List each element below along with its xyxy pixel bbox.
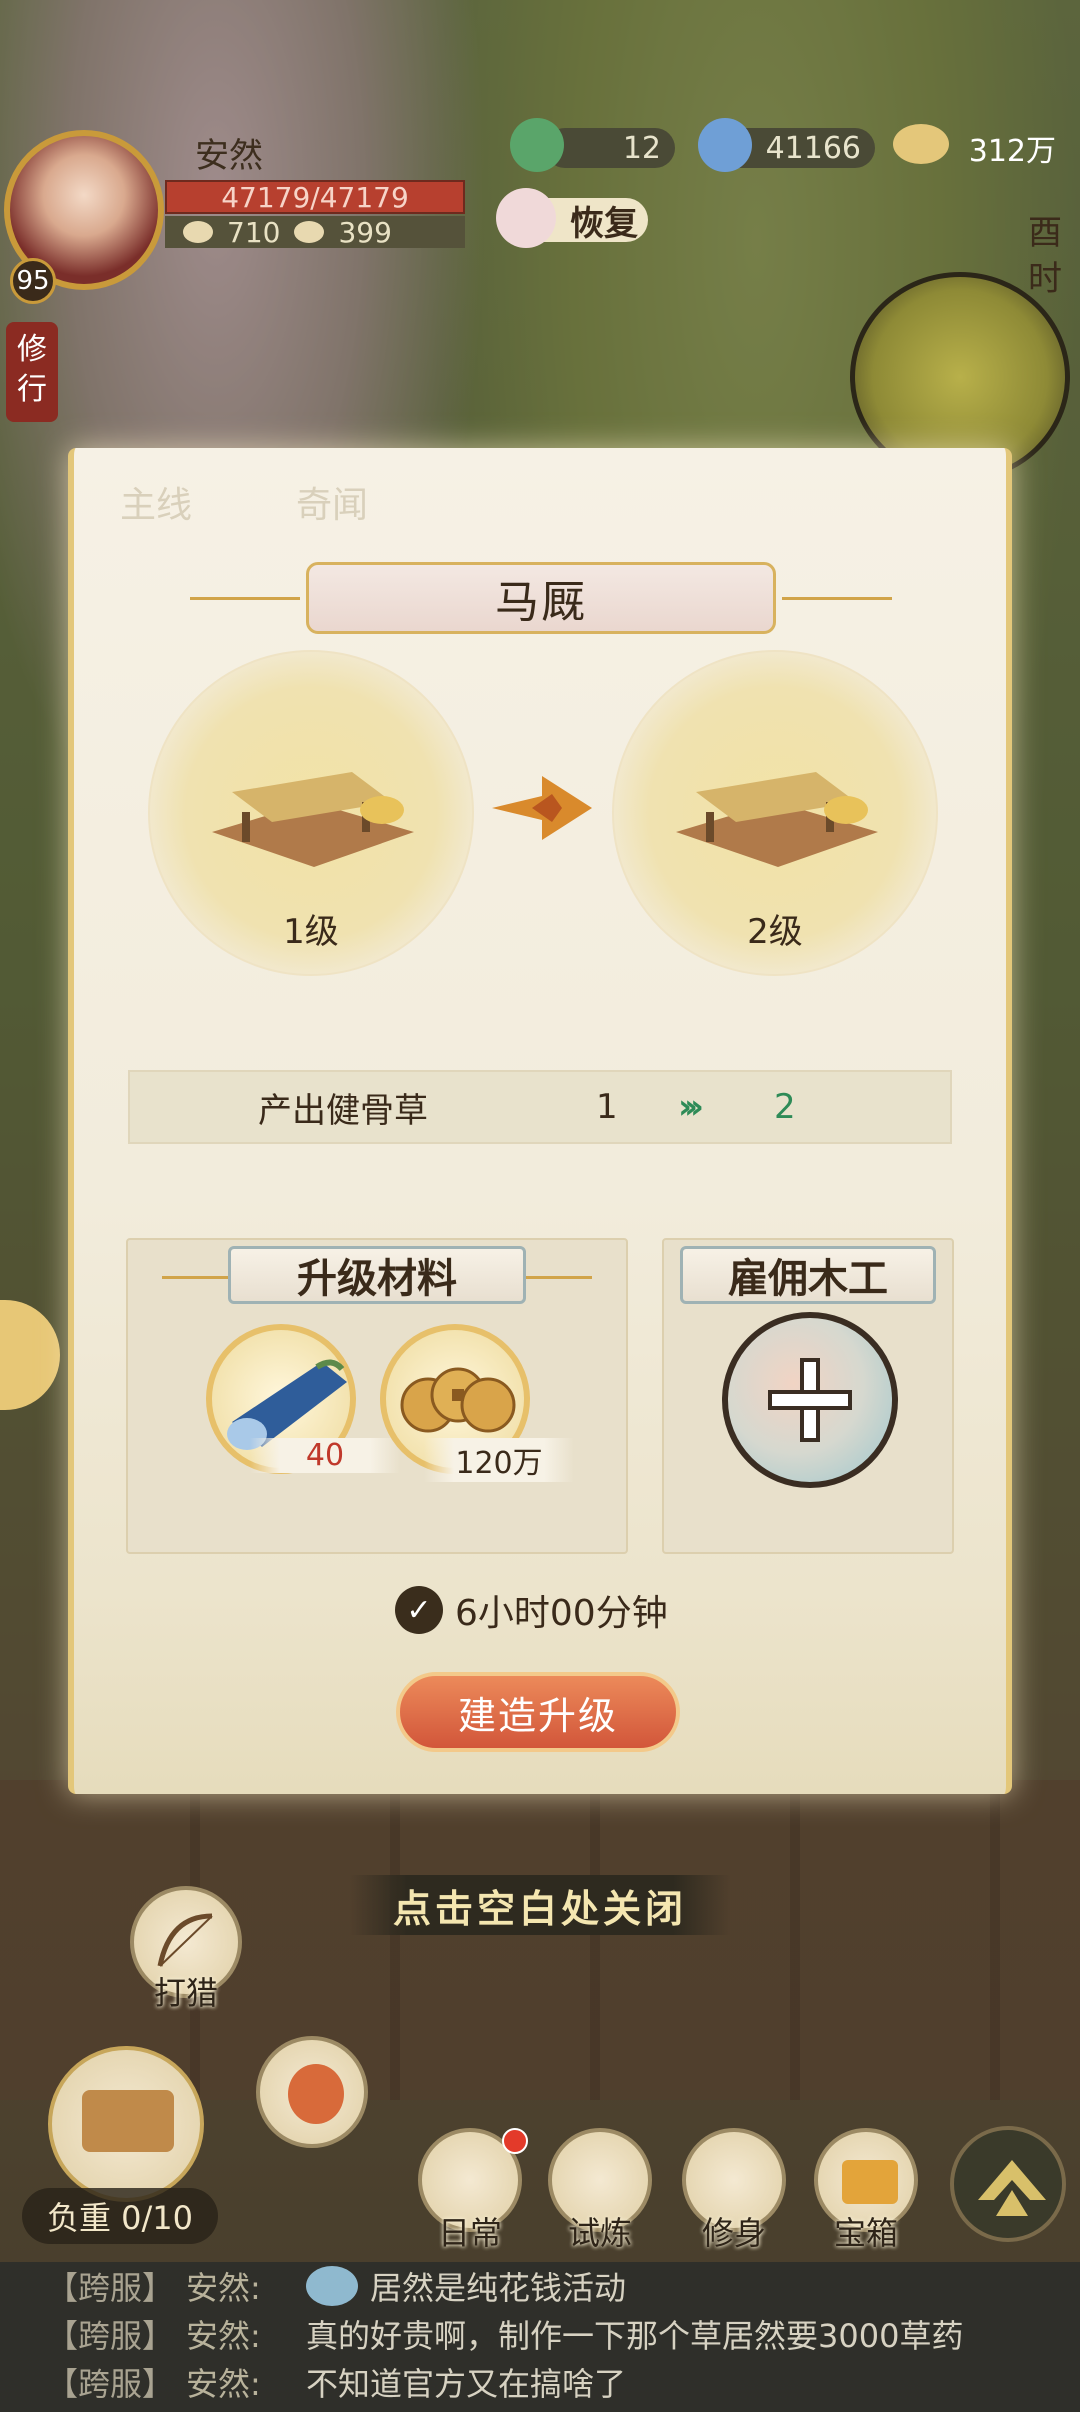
chat-message: 【跨服】 安然: 真的好贵啊，制作一下那个草居然要3000草药 [0,2310,1080,2358]
stable-building-icon [676,772,878,867]
hire-carpenter-button[interactable] [722,1312,898,1488]
chat-channel: 【跨服】 [46,2269,175,2307]
chat-message: 【跨服】 安然: 居然是纯花钱活动 [0,2262,1080,2310]
materials-ornament-left [162,1276,228,1279]
next-level-label: 2级 [747,912,803,952]
jade-count: 12 [622,130,661,166]
load-capacity: 负重 0/10 [22,2188,218,2244]
production-row: 产出健骨草 1 ››› 2 [128,1070,952,1144]
menu-button[interactable] [950,2126,1066,2242]
cart-icon [82,2090,174,2152]
crying-face-icon [306,2266,358,2306]
material-wood-count: 40 [250,1438,400,1473]
phoenix-icon [288,2064,344,2124]
duration-text: 6小时00分钟 [455,1593,668,1634]
modal-title: 马厩 [306,562,776,634]
upgrade-arrow-icon [492,776,592,840]
bowl-icon [183,221,213,243]
resource-jade[interactable]: 12 [545,128,675,168]
plus-icon [768,1358,852,1442]
hire-title: 雇佣木工 [680,1246,936,1304]
daily-label: 日常 [437,2214,502,2252]
chat-text: 真的好贵啊，制作一下那个草居然要3000草药 [306,2317,964,2355]
build-upgrade-button[interactable]: 建造升级 [396,1672,680,1752]
stable-building-icon [212,772,414,867]
close-hint[interactable]: 点击空白处关闭 [350,1875,730,1935]
copper-coins-icon [400,1367,516,1433]
production-to: 2 [774,1087,796,1127]
trial-label: 试炼 [567,2214,632,2252]
chat-message: 【跨服】 安然: 不知道官方又在搞啥了 [0,2358,1080,2406]
coins-count: 312万 [968,134,1056,169]
chat-channel: 【跨服】 [46,2365,175,2403]
chat-text: 不知道官方又在搞啥了 [306,2365,627,2403]
title-ornament-left [190,597,300,600]
production-label: 产出健骨草 [258,1090,428,1131]
chat-text: 居然是纯花钱活动 [370,2269,627,2307]
player-level-badge: 95 [10,258,56,304]
cultivation-button[interactable]: 修行 [6,322,58,422]
current-level-card: 1级 [148,650,474,976]
materials-ornament-right [526,1276,592,1279]
treasure-chest-icon [842,2160,898,2204]
bun-icon [294,221,325,243]
current-level-label: 1级 [283,912,339,952]
hunt-label: 打猎 [153,1974,218,2012]
tab-stories[interactable]: 奇闻 [296,476,368,528]
restore-button[interactable]: 恢复 [496,188,648,248]
daily-notification-dot [502,2128,528,2154]
check-icon: ✓ [395,1586,443,1634]
roof-chevron-icon [978,2160,1046,2216]
tab-main[interactable]: 主线 [120,476,192,528]
phoenix-button[interactable] [256,2036,368,2148]
dumpling-icon [496,188,556,248]
double-chevron-icon: ››› [678,1087,704,1127]
player-hp-bar: 47179/47179 [165,180,465,214]
chat-panel[interactable]: 【跨服】 安然: 居然是纯花钱活动 【跨服】 安然: 真的好贵啊，制作一下那个草… [0,2262,1080,2412]
restore-label: 恢复 [570,203,638,244]
stat-b: 399 [338,215,392,249]
player-stats: 710 399 [165,215,465,249]
cart-button[interactable] [48,2046,204,2202]
modal-tabs-background: 主线 奇闻 [68,448,1012,538]
material-coins-count: 120万 [424,1438,574,1482]
chat-speaker: 安然: [186,2365,261,2403]
time-of-day: 酉时 [1028,213,1062,299]
stat-a: 710 [227,215,281,249]
blue-wood-log-icon [227,1359,347,1450]
materials-title: 升级材料 [228,1246,526,1304]
player-name: 安然 [195,136,263,176]
scroll-count: 41166 [765,130,861,166]
chat-channel: 【跨服】 [46,2317,175,2355]
chat-speaker: 安然: [186,2317,261,2355]
jade-plus-icon[interactable] [510,118,564,172]
next-level-card: 2级 [612,650,938,976]
coins-plus-icon[interactable] [893,124,949,164]
chest-label: 宝箱 [833,2214,898,2252]
scroll-plus-icon[interactable] [698,118,752,172]
title-ornament-right [782,597,892,600]
production-from: 1 [596,1087,618,1127]
build-duration: ✓ 6小时00分钟 [395,1584,668,1636]
cultivate-label: 修身 [701,2214,766,2252]
chat-speaker: 安然: [186,2269,261,2307]
